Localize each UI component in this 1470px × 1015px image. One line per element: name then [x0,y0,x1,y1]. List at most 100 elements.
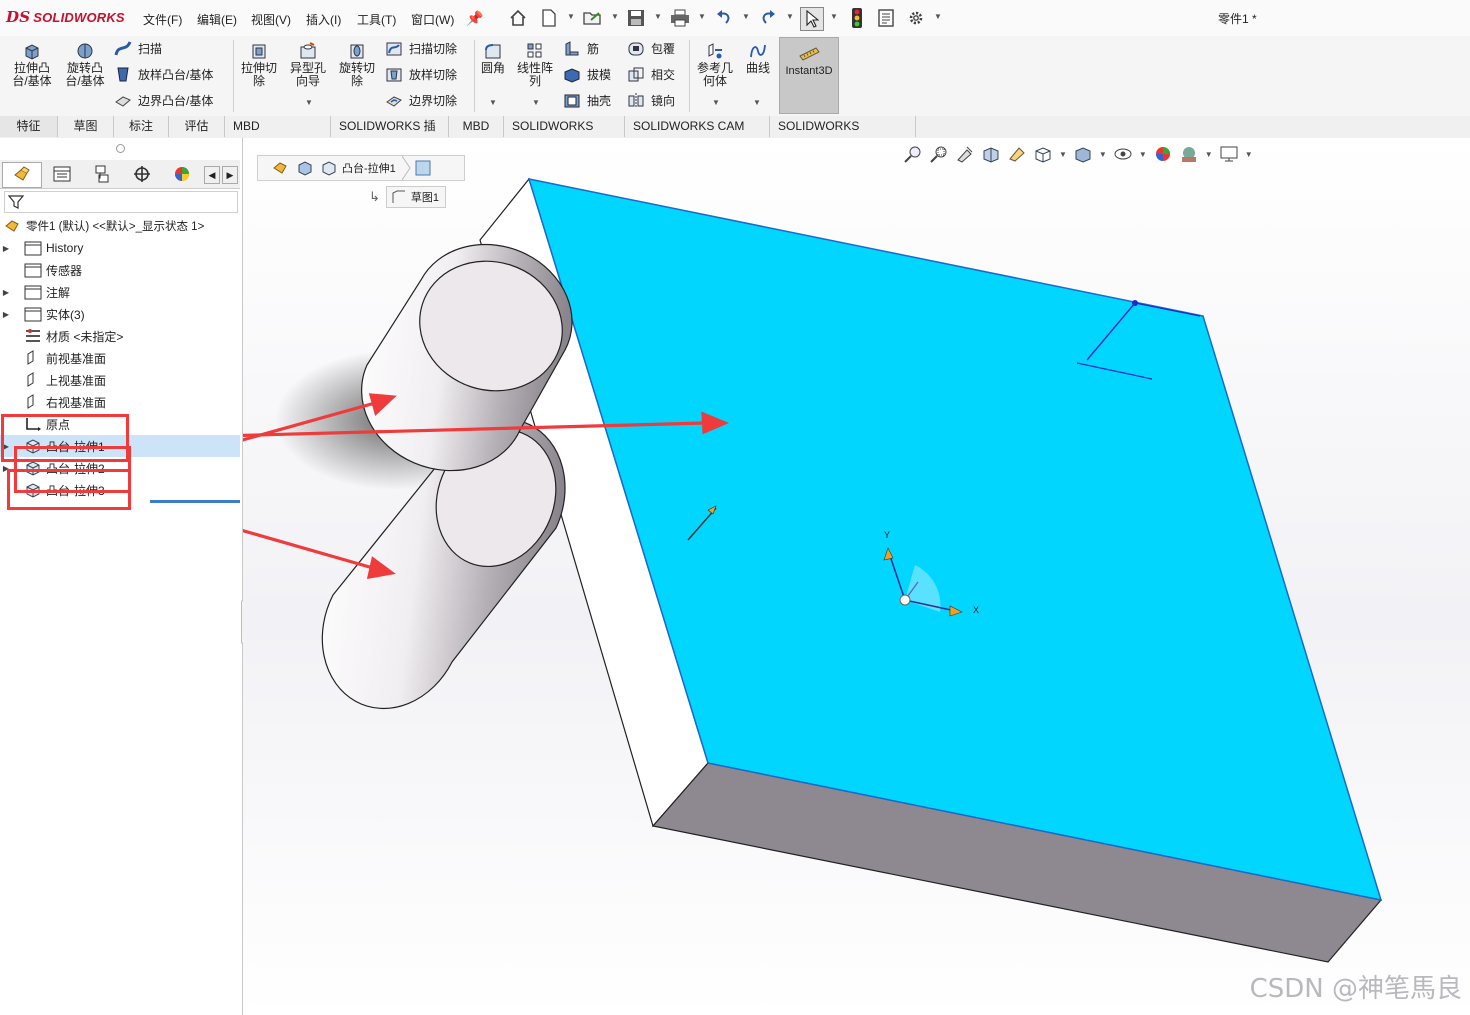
rollback-bar[interactable] [150,500,240,503]
hole-wizard-button[interactable]: 异型孔 向导 [285,42,331,88]
chevron-down-icon[interactable]: ▼ [611,12,619,21]
triad-origin[interactable] [899,594,911,606]
pin-icon[interactable]: 📌 [464,7,486,29]
menu-file[interactable]: 文件(F) [143,11,182,28]
ribbon-separator [233,40,234,112]
extrude-cut-button[interactable]: 拉伸切 除 [236,42,282,88]
chevron-down-icon[interactable]: ▼ [830,12,838,21]
sweep-button[interactable]: 扫描 [114,40,162,57]
tree-item-label: 材质 <未指定> [46,329,124,344]
revolve-boss-button[interactable]: 旋转凸 台/基体 [61,42,109,88]
tab-solidworks-addins[interactable]: SOLIDWORKS 插件 [331,116,449,154]
chevron-down-icon[interactable]: ▼ [654,12,662,21]
scroll-right-icon[interactable]: ▶ [222,166,238,184]
reference-geometry-button[interactable]: 参考几 何体 [692,42,738,88]
wrap-label: 包覆 [651,42,676,56]
model-graphics[interactable] [243,138,1470,1015]
tree-item-material[interactable]: 材质 <未指定> [0,325,240,347]
tab-features[interactable]: 特征 [0,116,58,137]
menu-edit[interactable]: 编辑(E) [197,11,237,28]
tree-item-right-plane[interactable]: 右视基准面 [0,391,240,413]
chevron-down-icon[interactable]: ▼ [753,98,761,107]
tree-item-front-plane[interactable]: 前视基准面 [0,347,240,369]
solid-bodies-folder-icon [24,307,42,322]
panel-splitter-handle[interactable] [116,144,125,153]
open-folder-icon[interactable] [582,7,604,29]
chevron-down-icon[interactable]: ▼ [934,12,942,21]
expand-arrow-icon[interactable]: ▶ [0,288,12,297]
tree-item-sensors[interactable]: 传感器 [0,259,240,281]
property-manager-tab-icon[interactable] [44,162,80,186]
tree-item-history[interactable]: ▶ History [0,237,240,259]
intersect-button[interactable]: 相交 [627,66,675,83]
redo-icon[interactable] [757,7,779,29]
menu-tools[interactable]: 工具(T) [357,11,396,28]
tree-filter-box[interactable] [4,191,238,213]
home-icon[interactable] [507,7,529,29]
dimxpert-crosshair-icon[interactable] [124,162,160,186]
mirror-button[interactable]: 镜向 [627,92,675,109]
save-icon[interactable] [625,7,647,29]
linear-pattern-button[interactable]: 线性阵 列 [512,42,558,88]
scroll-left-icon[interactable]: ◀ [204,166,220,184]
swept-cut-button[interactable]: 扫描切除 [385,40,457,57]
options-gear-icon[interactable] [905,7,927,29]
sensors-folder-icon [24,263,42,278]
feature-manager-tab-icon[interactable] [2,162,42,188]
revolve-cut-button[interactable]: 旋转切 除 [334,42,380,88]
tab-sketch[interactable]: 草图 [58,116,114,137]
shell-button[interactable]: 抽壳 [563,92,611,109]
extrude-boss-button[interactable]: 拉伸凸 台/基体 [8,42,56,88]
chevron-down-icon[interactable]: ▼ [567,12,575,21]
tree-root-part[interactable]: 零件1 (默认) <<默认>_显示状态 1> [0,215,240,237]
swept-cut-label: 扫描切除 [409,42,458,56]
instant3d-ruler-icon [799,47,820,61]
undo-icon[interactable] [713,7,735,29]
loft-boss-label: 放样凸台/基体 [138,68,214,82]
tree-item-top-plane[interactable]: 上视基准面 [0,369,240,391]
menu-view[interactable]: 视图(V) [251,11,291,28]
linear-pattern-icon [527,43,542,58]
tab-markup[interactable]: 标注 [114,116,169,137]
rib-button[interactable]: 筋 [563,40,599,57]
lofted-cut-button[interactable]: 放样切除 [385,66,457,83]
tab-mbd[interactable]: MBD [449,116,504,137]
curves-button[interactable]: 曲线 [741,42,775,75]
tab-solidworks-cam-tbm[interactable]: SOLIDWORKS CAM TBM [625,116,770,154]
chevron-down-icon[interactable]: ▼ [712,98,720,107]
wrap-button[interactable]: 包覆 [627,40,675,57]
menu-window[interactable]: 窗口(W) [411,11,454,28]
tab-evaluate[interactable]: 评估 [169,116,225,137]
file-properties-icon[interactable] [875,7,897,29]
tree-item-label: 上视基准面 [46,373,107,388]
new-document-icon[interactable] [538,7,560,29]
expand-arrow-icon[interactable]: ▶ [0,310,12,319]
chevron-down-icon[interactable]: ▼ [786,12,794,21]
boundary-cut-button[interactable]: 边界切除 [385,92,457,109]
expand-arrow-icon[interactable]: ▶ [0,244,12,253]
solidworks-logo[interactable]: DS SOLIDWORKS [6,8,125,26]
tab-solidworks-inspection[interactable]: SOLIDWORKS Inspection [770,116,916,154]
instant3d-button[interactable]: Instant3D [779,37,839,114]
dimension-handle[interactable] [1132,300,1138,306]
graphics-viewport[interactable]: 凸台-拉伸1 ↳ 草图1 ▼ ▼ ▼ ▼ ▼ Y X CSDN @神笔馬良 [243,138,1470,1015]
chevron-down-icon[interactable]: ▼ [742,12,750,21]
select-cursor-icon[interactable] [800,7,824,31]
tree-item-solid-bodies[interactable]: ▶ 实体(3) [0,303,240,325]
chevron-down-icon[interactable]: ▼ [489,98,497,107]
chevron-down-icon[interactable]: ▼ [698,12,706,21]
tab-solidworks-cam[interactable]: SOLIDWORKS CAM [504,116,625,154]
tab-mbd-dimensions[interactable]: MBD Dimensions [225,116,331,154]
print-icon[interactable] [669,7,691,29]
boundary-boss-button[interactable]: 边界凸台/基体 [114,92,213,109]
tree-item-annotations[interactable]: ▶ 注解 [0,281,240,303]
rebuild-traffic-light-icon[interactable] [846,7,868,29]
chevron-down-icon[interactable]: ▼ [532,98,540,107]
fillet-button[interactable]: 圆角 [477,42,509,75]
display-manager-pie-icon[interactable] [164,162,200,186]
chevron-down-icon[interactable]: ▼ [305,98,313,107]
configuration-manager-tab-icon[interactable] [84,162,120,186]
draft-button[interactable]: 拔模 [563,66,611,83]
menu-insert[interactable]: 插入(I) [306,11,341,28]
loft-boss-button[interactable]: 放样凸台/基体 [114,66,213,83]
